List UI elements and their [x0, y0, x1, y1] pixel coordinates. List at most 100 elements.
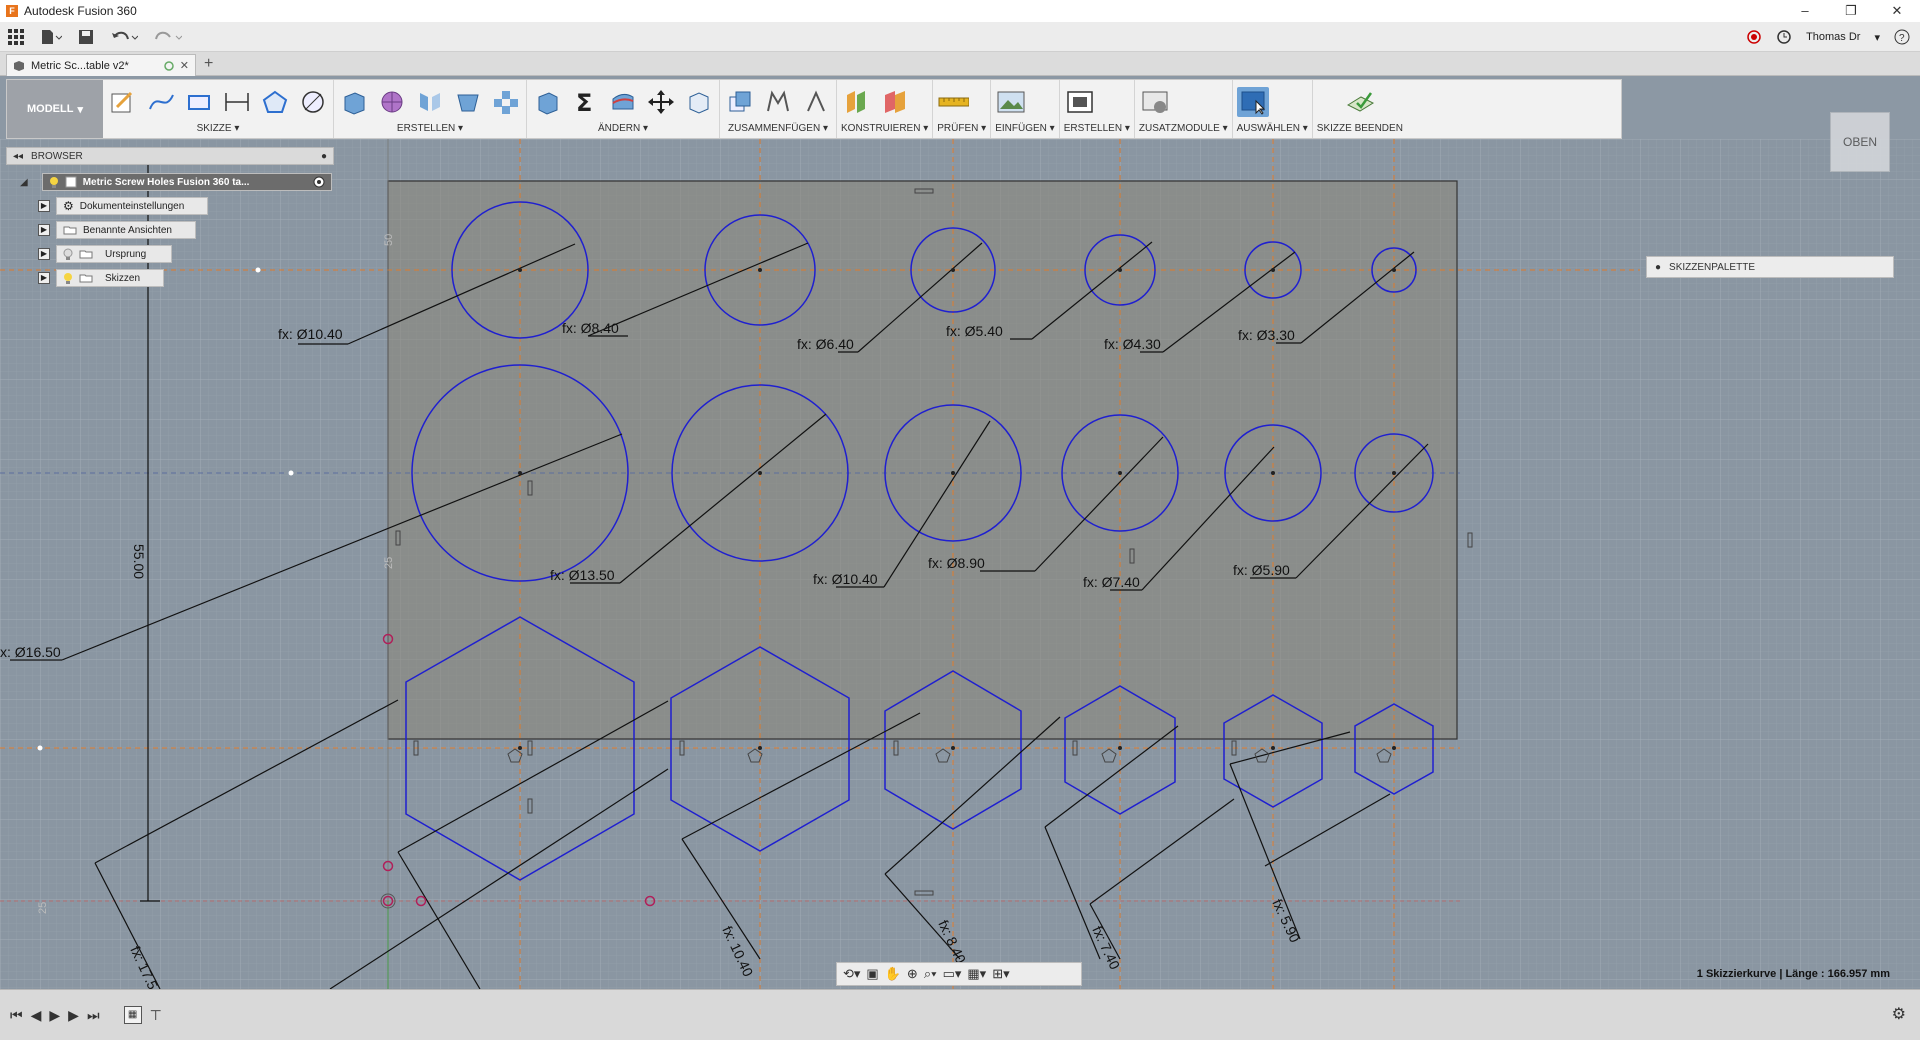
- tree-item-ursprung[interactable]: Ursprung: [56, 245, 172, 263]
- browser-options-icon[interactable]: ●: [321, 151, 327, 162]
- palette-expand-icon[interactable]: ●: [1655, 262, 1661, 273]
- viewcube[interactable]: OBEN: [1830, 112, 1890, 172]
- dim-row1-2[interactable]: fx: Ø8.40: [562, 320, 619, 336]
- select-icon[interactable]: [1236, 87, 1269, 117]
- box-icon[interactable]: [338, 87, 370, 117]
- redo-icon[interactable]: [146, 24, 190, 50]
- add-tab-icon[interactable]: +: [204, 54, 213, 74]
- record-icon[interactable]: [1746, 29, 1762, 45]
- display-settings-icon[interactable]: ▭▾: [943, 966, 962, 982]
- pan-icon[interactable]: ✋: [885, 966, 901, 982]
- lightbulb-off-icon[interactable]: [63, 248, 73, 260]
- dim-row2-5[interactable]: fx: Ø5.90: [1233, 562, 1290, 578]
- dim-vertical[interactable]: 55.00: [131, 544, 147, 579]
- align-icon[interactable]: [683, 87, 715, 117]
- as-built-joint-icon[interactable]: [800, 87, 832, 117]
- spline-icon[interactable]: [145, 87, 177, 117]
- mirror-icon[interactable]: [414, 87, 446, 117]
- group-label-pruefen[interactable]: PRÜFEN: [937, 123, 978, 134]
- group-label-zusammenfuegen[interactable]: ZUSAMMENFÜGEN: [728, 123, 820, 134]
- press-pull-icon[interactable]: [531, 87, 563, 117]
- insert-image-icon[interactable]: [995, 87, 1027, 117]
- dim-row1-1[interactable]: fx: Ø10.40: [278, 326, 343, 342]
- group-label-zusatzmodule[interactable]: ZUSATZMODULE: [1139, 123, 1220, 134]
- viewports-icon[interactable]: ⊞▾: [992, 966, 1009, 982]
- tree-item-benannte-ansichten[interactable]: Benannte Ansichten: [56, 221, 196, 239]
- activate-icon[interactable]: [313, 176, 325, 188]
- user-chevron-down-icon[interactable]: ▾: [1874, 31, 1880, 44]
- joint-icon[interactable]: [762, 87, 794, 117]
- sketch-canvas[interactable]: fx: Ø10.40 fx: Ø8.40 fx: Ø6.40 fx: Ø5.40…: [0, 139, 1920, 989]
- group-label-skizze-beenden[interactable]: SKIZZE BEENDEN: [1317, 123, 1403, 134]
- new-component-icon[interactable]: [724, 87, 756, 117]
- group-label-konstruieren[interactable]: KONSTRUIEREN: [841, 123, 920, 134]
- tree-item-skizzen[interactable]: Skizzen: [56, 269, 164, 287]
- expand-icon[interactable]: ▶: [38, 272, 50, 284]
- group-label-erstellen[interactable]: ERSTELLEN: [397, 123, 455, 134]
- pattern-icon[interactable]: [490, 87, 522, 117]
- line-dimension-icon[interactable]: [221, 87, 253, 117]
- timeline-marker-icon[interactable]: ⊤: [150, 1007, 162, 1024]
- zoom-icon[interactable]: ⊕: [907, 966, 918, 982]
- timeline-settings-gear-icon[interactable]: ⚙: [1892, 1004, 1906, 1024]
- create-sketch-icon[interactable]: [107, 87, 139, 117]
- dim-row1-3[interactable]: fx: Ø6.40: [797, 336, 854, 352]
- file-menu-icon[interactable]: [32, 24, 70, 50]
- dim-row1-5[interactable]: fx: Ø4.30: [1104, 336, 1161, 352]
- collapse-browser-icon[interactable]: ◂◂: [13, 151, 23, 162]
- measure-icon[interactable]: [937, 87, 970, 117]
- go-to-start-icon[interactable]: ⏮: [10, 1007, 23, 1024]
- collapse-triangle-icon[interactable]: ◢: [20, 177, 28, 188]
- orbit-icon[interactable]: ⟲▾: [843, 966, 860, 982]
- rectangle-icon[interactable]: [183, 87, 215, 117]
- group-label-auswaehlen[interactable]: AUSWÄHLEN: [1237, 123, 1300, 134]
- timeline-sketch-feature[interactable]: ▦: [123, 1006, 142, 1024]
- plate-profile[interactable]: [388, 181, 1457, 739]
- user-menu[interactable]: Thomas Dr: [1806, 31, 1860, 43]
- close-button[interactable]: ✕: [1874, 0, 1920, 22]
- tree-root[interactable]: Metric Screw Holes Fusion 360 ta...: [41, 173, 332, 191]
- dim-row1-6[interactable]: fx: Ø3.30: [1238, 327, 1295, 343]
- workspace-switcher[interactable]: MODELL ▾: [7, 80, 103, 138]
- undo-icon[interactable]: [102, 24, 146, 50]
- shell-icon[interactable]: [452, 87, 484, 117]
- move-icon[interactable]: [645, 87, 677, 117]
- tree-item-dokumenteinstellungen[interactable]: ⚙ Dokumenteinstellungen: [56, 197, 208, 215]
- offset-plane-icon[interactable]: [841, 87, 873, 117]
- polygon-icon[interactable]: [259, 87, 291, 117]
- clock-icon[interactable]: [1776, 29, 1792, 45]
- fit-icon[interactable]: ⌕▾: [924, 966, 937, 982]
- expand-icon[interactable]: ▶: [38, 248, 50, 260]
- dim-row2-3[interactable]: fx: Ø8.90: [928, 555, 985, 571]
- stop-sketch-icon[interactable]: [1344, 87, 1376, 117]
- scripts-addins-icon[interactable]: [1139, 87, 1171, 117]
- dim-row2-1[interactable]: fx: Ø13.50: [550, 567, 615, 583]
- form-icon[interactable]: [376, 87, 408, 117]
- browser-header[interactable]: ◂◂ BROWSER ●: [6, 147, 334, 165]
- lightbulb-icon[interactable]: [63, 272, 73, 284]
- step-forward-icon[interactable]: ▶: [68, 1007, 79, 1024]
- go-to-end-icon[interactable]: ⏭: [87, 1007, 100, 1024]
- group-label-erstellen-2[interactable]: ERSTELLEN: [1064, 123, 1122, 134]
- restore-button[interactable]: ❐: [1828, 0, 1874, 22]
- drawing-icon[interactable]: [1064, 87, 1096, 117]
- expand-icon[interactable]: ▶: [38, 224, 50, 236]
- dim-row1-4[interactable]: fx: Ø5.40: [946, 323, 1003, 339]
- lightbulb-icon[interactable]: [49, 176, 59, 188]
- document-tab[interactable]: Metric Sc...table v2* ✕: [6, 54, 196, 76]
- grid-settings-icon[interactable]: ▦▾: [967, 966, 986, 982]
- dim-row2-4[interactable]: fx: Ø7.40: [1083, 574, 1140, 590]
- group-label-einfuegen[interactable]: EINFÜGEN: [995, 123, 1047, 134]
- circle-icon[interactable]: [297, 87, 329, 117]
- save-icon[interactable]: [70, 24, 102, 50]
- look-at-icon[interactable]: ▣: [866, 966, 878, 982]
- dim-row2-2[interactable]: fx: Ø10.40: [813, 571, 878, 587]
- close-tab-icon[interactable]: ✕: [180, 59, 189, 72]
- app-grid-icon[interactable]: [0, 24, 32, 50]
- sigma-icon[interactable]: Σ: [569, 87, 601, 117]
- dim-left[interactable]: x: Ø16.50: [0, 644, 61, 660]
- step-back-icon[interactable]: ◀: [31, 1007, 42, 1024]
- plane-at-angle-icon[interactable]: [879, 87, 911, 117]
- expand-icon[interactable]: ▶: [38, 200, 50, 212]
- sketch-svg[interactable]: fx: Ø10.40 fx: Ø8.40 fx: Ø6.40 fx: Ø5.40…: [0, 139, 1920, 989]
